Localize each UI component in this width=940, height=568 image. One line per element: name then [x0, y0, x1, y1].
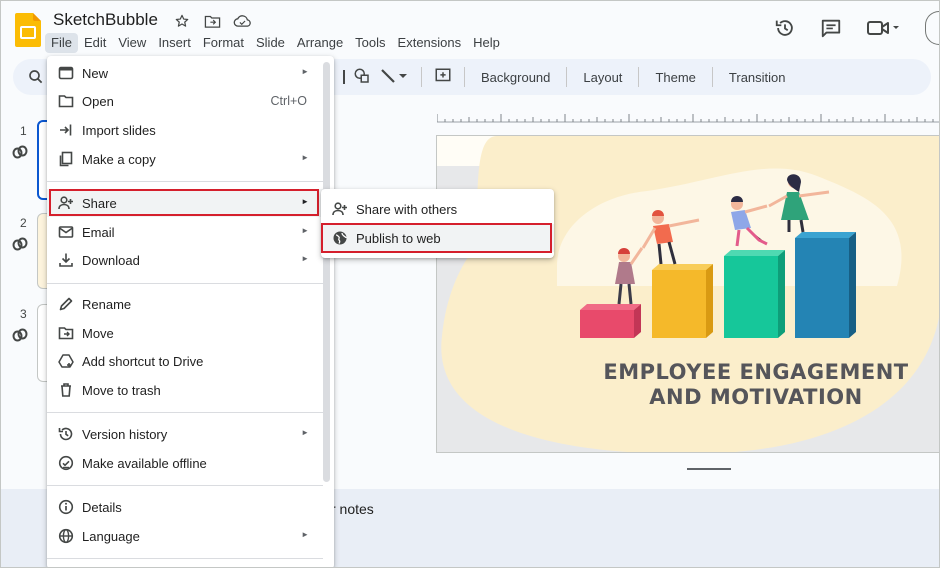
history-icon[interactable] [771, 14, 799, 42]
menu-item-details[interactable]: Details [47, 493, 323, 521]
menu-file[interactable]: File [45, 33, 78, 53]
search-icon[interactable] [27, 68, 45, 91]
folder-open-icon [58, 95, 74, 108]
menu-extensions[interactable]: Extensions [392, 33, 468, 53]
menu-bar: File Edit View Insert Format Slide Arran… [45, 32, 506, 54]
menu-arrange[interactable]: Arrange [291, 33, 349, 53]
submenu-arrow-icon: ► [301, 530, 309, 539]
menu-divider [47, 485, 323, 486]
submenu-arrow-icon: ► [301, 254, 309, 263]
toolbar-divider [638, 67, 640, 87]
menu-divider [47, 181, 323, 182]
drive-shortcut-icon [58, 354, 74, 368]
slide-title-line-1: EMPLOYEE ENGAGEMENT [603, 360, 909, 384]
menu-item-language[interactable]: Language ► [47, 522, 323, 550]
email-icon [58, 226, 74, 238]
document-title[interactable]: SketchBubble [53, 10, 158, 30]
rename-pencil-icon [59, 297, 73, 311]
menu-item-move-to-trash[interactable]: Move to trash [47, 376, 323, 404]
submenu-arrow-icon: ► [301, 428, 309, 437]
background-button[interactable]: Background [477, 66, 554, 89]
menu-insert[interactable]: Insert [152, 33, 197, 53]
menu-tools[interactable]: Tools [349, 33, 391, 53]
offline-check-icon [58, 455, 74, 471]
link-icon [12, 145, 28, 159]
slide-title-line-2: AND MOTIVATION [649, 385, 863, 409]
move-to-folder-icon[interactable] [202, 11, 222, 31]
shapes-tool-icon[interactable] [353, 67, 371, 88]
horizontal-ruler [437, 114, 939, 123]
toolbar-divider [464, 67, 465, 87]
menu-help[interactable]: Help [467, 33, 506, 53]
new-presentation-icon [58, 66, 74, 80]
open-shortcut: Ctrl+O [270, 94, 307, 108]
slide-number-2: 2 [20, 216, 27, 230]
line-tool-icon[interactable] [379, 67, 409, 88]
trash-icon [61, 383, 71, 397]
cloud-saved-icon[interactable] [232, 11, 252, 31]
notes-resize-handle[interactable] [687, 468, 731, 470]
account-avatar[interactable] [925, 11, 939, 45]
menu-item-version-history[interactable]: Version history ► [47, 420, 323, 448]
publish-highlight-box [321, 223, 552, 253]
menu-item-share-with-others[interactable]: Share with others [321, 195, 554, 223]
menu-item-new[interactable]: New ► [47, 59, 323, 87]
layout-button[interactable]: Layout [579, 66, 626, 89]
share-person-icon [332, 202, 347, 216]
star-icon[interactable] [172, 11, 192, 31]
copy-icon [59, 151, 73, 167]
add-comment-icon[interactable] [434, 67, 452, 88]
menu-item-download[interactable]: Download ► [47, 246, 323, 274]
theme-button[interactable]: Theme [651, 66, 699, 89]
menu-item-rename[interactable]: Rename [47, 290, 323, 318]
move-folder-icon [58, 327, 74, 340]
menu-edit[interactable]: Edit [78, 33, 112, 53]
file-menu: New ► Open Ctrl+O Import slides Make a c… [47, 56, 334, 567]
slide-number-3: 3 [20, 307, 27, 321]
menu-item-open[interactable]: Open Ctrl+O [47, 87, 323, 115]
shape-icon[interactable] [333, 70, 345, 84]
menu-item-add-shortcut[interactable]: Add shortcut to Drive [47, 347, 323, 375]
video-call-icon[interactable] [863, 14, 903, 42]
submenu-arrow-icon: ► [301, 67, 309, 76]
menu-divider [47, 283, 323, 284]
transition-button[interactable]: Transition [725, 66, 790, 89]
menu-view[interactable]: View [112, 33, 152, 53]
menu-item-make-offline[interactable]: Make available offline [47, 449, 323, 477]
version-history-icon [58, 427, 73, 441]
slide-number-1: 1 [20, 124, 27, 138]
link-icon [12, 328, 28, 342]
app-window: SketchBubble File Edit View Insert Forma… [0, 0, 940, 568]
menu-divider [47, 558, 323, 559]
link-icon [12, 237, 28, 251]
download-icon [59, 253, 73, 267]
speaker-notes-placeholder[interactable]: r notes [331, 501, 374, 517]
toolbar-divider [711, 67, 713, 87]
share-highlight-box [49, 189, 319, 216]
info-icon [58, 499, 74, 515]
menu-item-email[interactable]: Email ► [47, 218, 323, 246]
menu-divider [47, 412, 323, 413]
menu-slide[interactable]: Slide [250, 33, 291, 53]
toolbar-divider [421, 67, 422, 87]
menu-scrollbar[interactable] [323, 62, 330, 482]
toolbar-divider [566, 67, 568, 87]
slide-canvas[interactable]: EMPLOYEE ENGAGEMENT AND MOTIVATION [436, 135, 939, 453]
menu-item-import-slides[interactable]: Import slides [47, 116, 323, 144]
menu-format[interactable]: Format [197, 33, 250, 53]
import-icon [60, 124, 72, 136]
globe-icon [58, 528, 74, 544]
menu-item-make-copy[interactable]: Make a copy ► [47, 145, 323, 173]
submenu-arrow-icon: ► [301, 153, 309, 162]
comment-icon[interactable] [817, 14, 845, 42]
slides-logo-icon[interactable] [15, 13, 41, 47]
submenu-arrow-icon: ► [301, 226, 309, 235]
menu-item-move[interactable]: Move [47, 319, 323, 347]
